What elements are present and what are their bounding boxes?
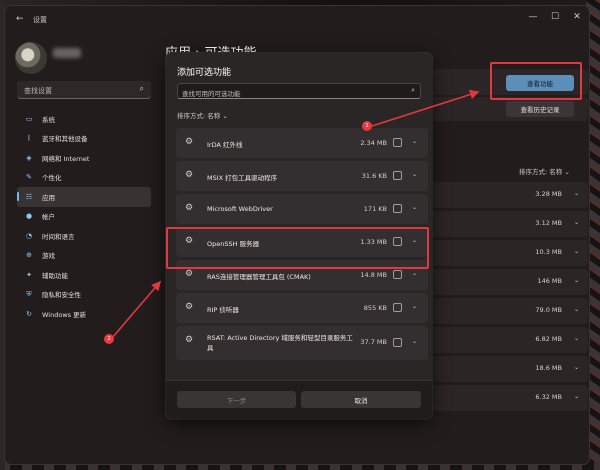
step-badge-1: 1 (362, 121, 372, 131)
arrow-to-openssh (111, 280, 162, 339)
arrow-to-view-features (371, 89, 480, 127)
annotation-arrows (111, 89, 480, 339)
step-badge-2: 2 (104, 334, 114, 344)
